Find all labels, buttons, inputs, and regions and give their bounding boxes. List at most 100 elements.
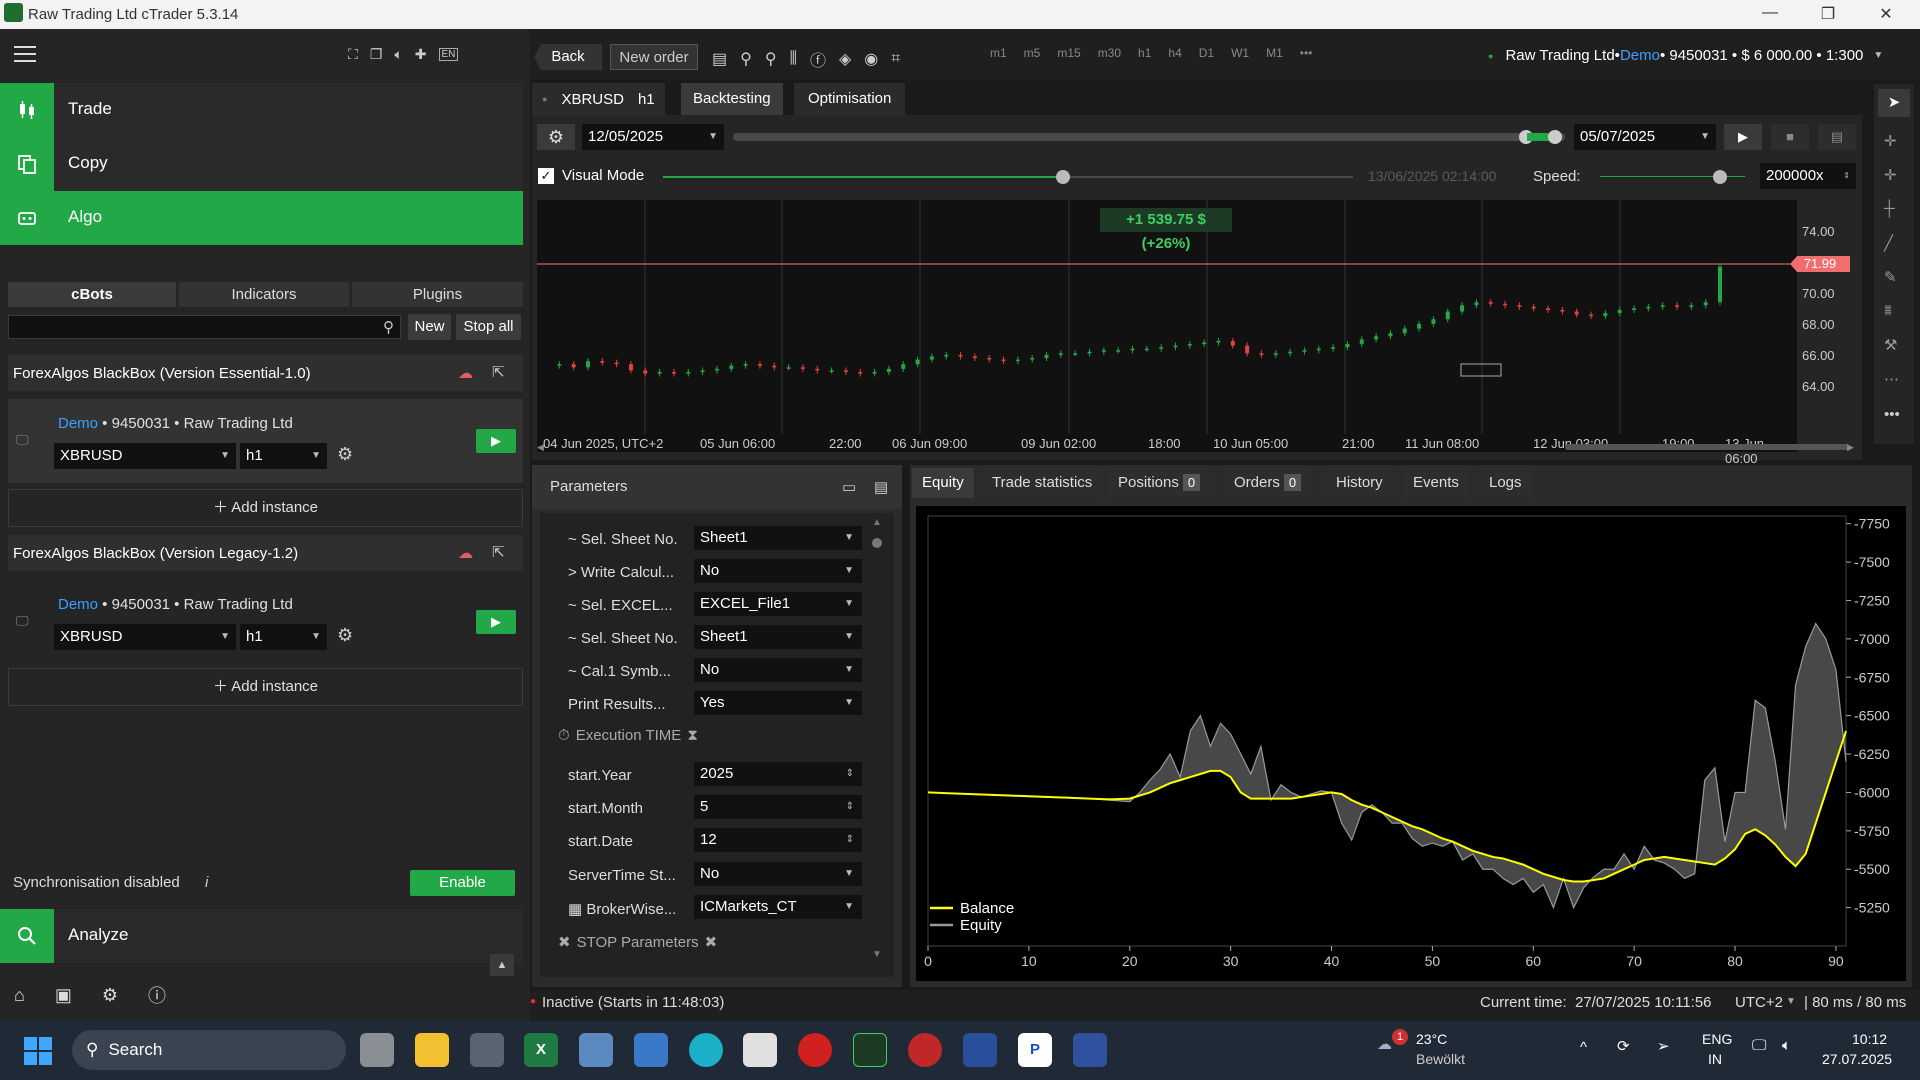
plugin-puzzle-icon[interactable]: ✚ — [415, 46, 427, 63]
cbot-instance[interactable]: 🖵 Demo • 9450031 • Raw Trading Ltd XBRUS… — [8, 580, 523, 664]
tab-orders[interactable]: Orders 0 — [1224, 468, 1312, 498]
info-icon[interactable]: i — [205, 874, 208, 891]
share-icon[interactable]: ⇱ — [492, 363, 505, 381]
cbot-header[interactable]: ForexAlgos BlackBox (Version Legacy-1.2)… — [8, 535, 523, 571]
calculator-icon[interactable] — [470, 1033, 504, 1067]
snipping-tool-icon[interactable] — [743, 1033, 777, 1067]
cloud-off-icon[interactable]: ☁ — [458, 544, 473, 562]
tf-mn1[interactable]: M1 — [1266, 46, 1283, 60]
play-button[interactable]: ▶ — [476, 610, 516, 634]
tab-backtesting[interactable]: Backtesting — [681, 83, 783, 115]
tf-m1[interactable]: m1 — [990, 46, 1007, 60]
cbot-instance[interactable]: 🖵 Demo • 9450031 • Raw Trading Ltd XBRUS… — [8, 399, 523, 483]
multi-window-icon[interactable]: ❐ — [370, 46, 383, 63]
close-icon[interactable]: ✕ — [1871, 4, 1901, 24]
tab-history[interactable]: History — [1326, 468, 1393, 498]
equity-chart[interactable]: -7750 -7500 -7250 -7000 -6750 -6500 -6250 -6000… — [916, 506, 1906, 981]
tf-h4[interactable]: h4 — [1168, 46, 1181, 60]
param-select[interactable]: Sheet1 ▼ — [694, 526, 862, 550]
screenshot-icon[interactable]: ⛶ — [348, 46, 358, 63]
zoom-out-icon[interactable]: ⚲ — [740, 49, 752, 69]
matlab-icon[interactable] — [1073, 1033, 1107, 1067]
share-icon[interactable]: ⇱ — [492, 543, 505, 561]
volume-icon[interactable]: 🔈︎ — [1782, 1037, 1791, 1054]
speed-handle[interactable] — [1713, 170, 1727, 184]
param-number-input[interactable]: 12 ⇕ — [694, 828, 862, 852]
taskbar-search[interactable]: ⚲ Search — [72, 1030, 346, 1070]
nav-copy[interactable]: Copy — [0, 137, 523, 191]
visual-progress-slider[interactable] — [663, 170, 1353, 184]
minimize-icon[interactable]: — — [1755, 4, 1785, 22]
new-cbot-button[interactable]: New — [408, 314, 451, 340]
play-button[interactable]: ▶ — [476, 429, 516, 453]
param-select[interactable]: EXCEL_File1 ▼ — [694, 592, 862, 616]
folder-open-icon[interactable]: ▭ — [842, 478, 856, 496]
timeframe-select[interactable]: h1 ▼ — [240, 443, 327, 469]
backtest-play-button[interactable]: ▶ — [1724, 124, 1762, 150]
param-select[interactable]: Sheet1 ▼ — [694, 625, 862, 649]
horizontal-line-icon[interactable]: ┼ — [1884, 200, 1895, 217]
visual-mode-checkbox[interactable]: ✓ Visual Mode — [538, 167, 644, 184]
speed-select[interactable]: 200000x ⇕ — [1760, 163, 1856, 189]
tab-equity[interactable]: Equity — [912, 468, 974, 498]
eye-icon[interactable]: ◉ — [864, 49, 878, 69]
grid-lines-icon[interactable]: ⋯ — [1884, 370, 1899, 388]
crosshair-icon[interactable]: ✛ — [1884, 132, 1897, 150]
more-icon[interactable]: ••• — [1300, 46, 1313, 60]
back-button[interactable]: Back — [534, 44, 602, 70]
chart-hscrollbar[interactable]: ◀ ▶ — [537, 440, 1857, 454]
ctrader-icon[interactable] — [853, 1033, 887, 1067]
nav-algo[interactable]: Algo — [0, 191, 523, 245]
language-icon[interactable]: EN — [438, 48, 459, 61]
lang-primary[interactable]: ENG — [1702, 1031, 1732, 1047]
tf-d1[interactable]: D1 — [1199, 46, 1214, 60]
date-range-slider[interactable] — [733, 130, 1565, 144]
chart-tab-xbrusd[interactable]: ● XBRUSD h1 — [532, 83, 665, 115]
weather-cloud-icon[interactable]: ☁ — [1377, 1035, 1392, 1053]
save-report-icon[interactable]: ▤ — [1818, 124, 1856, 150]
symbol-select[interactable]: XBRUSD ▼ — [54, 624, 236, 650]
section-execution-time[interactable]: ⏱ Execution TIME ⧗ — [558, 727, 698, 744]
collapse-chevron-up-icon[interactable]: ▲ — [490, 954, 514, 976]
scroll-down-icon[interactable]: ▼ — [872, 949, 882, 960]
app-badge-icon[interactable] — [908, 1033, 942, 1067]
tab-indicators[interactable]: Indicators — [179, 282, 349, 307]
tf-h1[interactable]: h1 — [1138, 46, 1151, 60]
hamburger-menu-icon[interactable] — [14, 46, 36, 62]
windows-start-icon[interactable] — [24, 1037, 52, 1065]
cursor-arrow-icon[interactable]: ➤ — [1878, 89, 1910, 117]
nav-trade[interactable]: Trade — [0, 83, 523, 137]
crosshair-plus-icon[interactable]: ✛ — [1884, 166, 1897, 184]
progress-handle[interactable] — [1056, 170, 1070, 184]
notepad-icon[interactable] — [634, 1033, 668, 1067]
chart-app-icon[interactable] — [963, 1033, 997, 1067]
start-date-picker[interactable]: 12/05/2025 ▼ — [582, 124, 724, 150]
pattern-icon[interactable]: ⚒ — [1884, 336, 1897, 354]
zoom-in-icon[interactable]: ⚲ — [765, 49, 777, 69]
send-icon[interactable]: ➢ — [1657, 1037, 1670, 1055]
more-tools-icon[interactable]: ••• — [1884, 406, 1900, 423]
network-icon[interactable]: 🖵 — [1752, 1037, 1766, 1054]
app-p-icon[interactable]: P — [1018, 1033, 1052, 1067]
backtest-stop-button[interactable]: ■ — [1771, 124, 1809, 150]
tab-trade-statistics[interactable]: Trade statistics — [982, 468, 1103, 498]
stop-all-button[interactable]: Stop all — [456, 314, 521, 340]
tab-events[interactable]: Events — [1403, 468, 1469, 498]
param-select[interactable]: No ▼ — [694, 862, 862, 886]
cbot-search-input[interactable]: ⚲ — [8, 315, 401, 339]
tab-positions[interactable]: Positions 0 — [1108, 468, 1211, 498]
tab-plugins[interactable]: Plugins — [352, 282, 523, 307]
tf-m30[interactable]: m30 — [1098, 46, 1121, 60]
wallet-icon[interactable]: ▣ — [55, 985, 72, 1006]
app-window-icon[interactable] — [579, 1033, 613, 1067]
cloud-off-icon[interactable]: ☁ — [458, 364, 473, 382]
layout-icon[interactable]: ▤ — [712, 49, 727, 69]
new-order-button[interactable]: New order — [610, 44, 698, 70]
speed-slider[interactable] — [1600, 170, 1745, 184]
sound-icon[interactable]: 🔈︎ — [394, 46, 402, 63]
tf-w1[interactable]: W1 — [1231, 46, 1249, 60]
add-instance-button[interactable]: ＋ Add instance — [8, 489, 523, 527]
nav-analyze[interactable]: Analyze — [0, 909, 523, 963]
timeframe-select[interactable]: h1 ▼ — [240, 624, 327, 650]
end-date-picker[interactable]: 05/07/2025 ▼ — [1574, 124, 1716, 150]
